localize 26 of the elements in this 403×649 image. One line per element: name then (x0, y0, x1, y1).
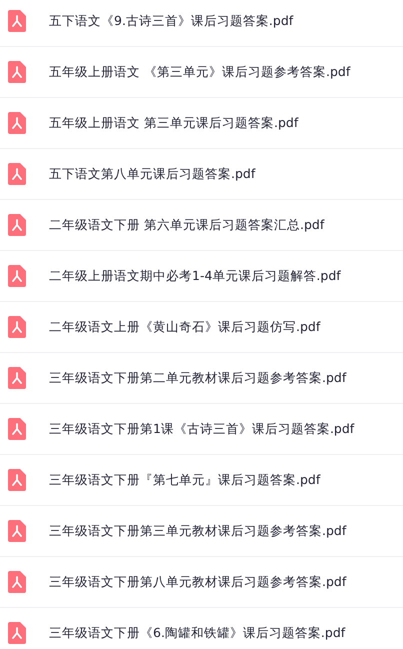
pdf-file-icon (8, 469, 26, 491)
file-name[interactable]: 三年级语文下册第三单元教材课后习题参考答案.pdf (49, 522, 346, 540)
pdf-file-icon (8, 112, 26, 134)
pdf-file-icon (8, 10, 26, 32)
file-name[interactable]: 三年级语文下册第八单元教材课后习题参考答案.pdf (49, 574, 346, 590)
pdf-file-icon (8, 571, 26, 593)
file-name[interactable]: 二年级语文上册《黄山奇石》课后习题仿写.pdf (49, 318, 320, 336)
pdf-file-icon (8, 418, 26, 440)
file-name[interactable]: 三年级语文下册『第七单元』课后习题答案.pdf (49, 472, 320, 488)
file-name[interactable]: 二年级上册语文期中必考1-4单元课后习题解答.pdf (49, 268, 341, 284)
file-name[interactable]: 三年级语文下册第1课《古诗三首》课后习题答案.pdf (49, 420, 354, 438)
file-name[interactable]: 三年级语文下册第二单元教材课后习题参考答案.pdf (49, 370, 346, 386)
pdf-file-icon (8, 622, 26, 644)
file-name[interactable]: 三年级语文下册《6.陶罐和铁罐》课后习题答案.pdf (49, 624, 346, 642)
pdf-file-icon (8, 61, 26, 83)
pdf-file-icon (8, 316, 26, 338)
pdf-file-icon (8, 367, 26, 389)
file-name[interactable]: 五下语文第八单元课后习题答案.pdf (49, 166, 256, 182)
pdf-file-icon (8, 163, 26, 185)
file-name[interactable]: 五下语文《9.古诗三首》课后习题答案.pdf (49, 12, 294, 30)
file-name[interactable]: 五年级上册语文 《第三单元》课后习题参考答案.pdf (49, 64, 350, 80)
file-name[interactable]: 二年级语文下册 第六单元课后习题答案汇总.pdf (49, 216, 324, 234)
pdf-file-icon (8, 520, 26, 542)
file-name[interactable]: 五年级上册语文 第三单元课后习题答案.pdf (49, 114, 298, 132)
pdf-file-icon (8, 214, 26, 236)
pdf-file-icon (8, 265, 26, 287)
